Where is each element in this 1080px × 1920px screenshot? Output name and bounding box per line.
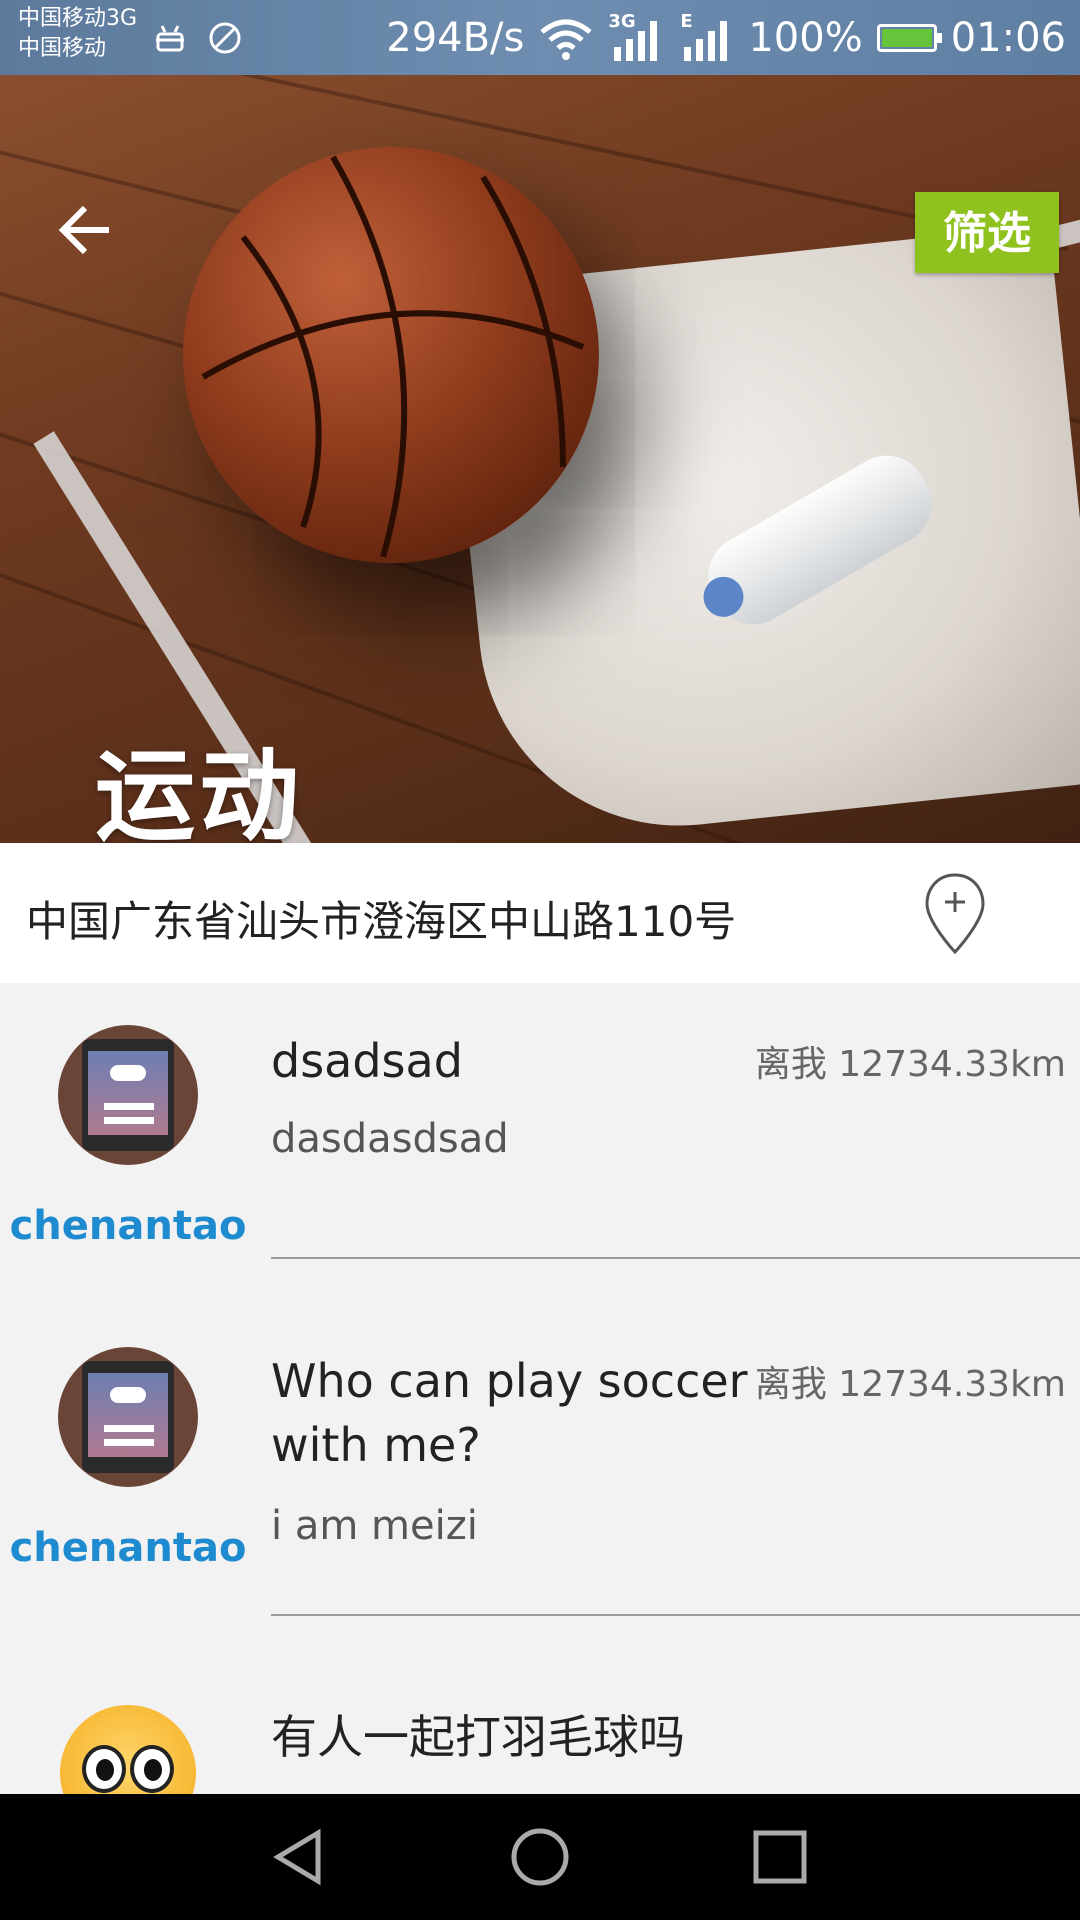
status-bar: 中国移动3G 中国移动 294B/s 3G E 100% 01:06 <box>0 0 1080 75</box>
distance: 离我 12734.33km <box>754 1044 1066 1085</box>
avatar[interactable] <box>58 1347 198 1487</box>
filter-button[interactable]: 筛选 <box>915 192 1059 273</box>
signal-3g: 3G <box>608 11 664 63</box>
distance: 离我 12734.33km <box>754 1364 1066 1405</box>
signal-e: E <box>678 11 734 63</box>
location-pin-icon[interactable] <box>924 872 986 956</box>
divider <box>271 1257 1080 1259</box>
post-content: dasdasdsad <box>271 1116 509 1162</box>
wifi-icon <box>540 19 592 60</box>
username[interactable]: chenantao <box>0 1203 256 1249</box>
divider <box>271 1614 1080 1616</box>
signal-e-label: E <box>680 11 693 32</box>
network-speed: 294B/s <box>386 15 525 61</box>
post-content: i am meizi <box>271 1503 478 1549</box>
list-item[interactable]: chenantao dsadsad dasdasdsad 离我 12734.33… <box>0 983 1080 1303</box>
battery-icon <box>876 24 942 52</box>
navigation-bar <box>0 1794 1080 1920</box>
carrier-info: 中国移动3G 中国移动 <box>18 4 137 64</box>
carrier-primary: 中国移动3G <box>18 6 138 31</box>
hero-image: 筛选 运动 <box>0 75 1080 843</box>
no-disturb-icon <box>209 22 241 54</box>
post-title: dsadsad <box>271 1034 463 1088</box>
list-item[interactable]: chenantao Who can play soccer with me? i… <box>0 1303 1080 1673</box>
back-nav-icon[interactable] <box>270 1827 330 1887</box>
recents-nav-icon[interactable] <box>750 1827 810 1887</box>
avatar[interactable] <box>58 1025 198 1165</box>
location-bar: 中国广东省汕头市澄海区中山路110号 <box>0 843 1080 983</box>
android-icon <box>156 25 184 52</box>
clock: 01:06 <box>950 15 1066 61</box>
carrier-secondary: 中国移动 <box>18 36 107 61</box>
post-title: 有人一起打羽毛球吗 <box>271 1710 685 1764</box>
status-right: 294B/s 3G E 100% 01:06 <box>386 8 1066 68</box>
battery-percent: 100% <box>748 15 863 61</box>
username[interactable]: chenantao <box>0 1525 256 1571</box>
home-nav-icon[interactable] <box>510 1827 570 1887</box>
post-title: Who can play soccer with me? <box>271 1354 748 1472</box>
page-title: 运动 <box>95 738 303 843</box>
back-arrow-icon[interactable] <box>55 200 115 260</box>
signal-3g-label: 3G <box>608 11 636 32</box>
address-text: 中国广东省汕头市澄海区中山路110号 <box>26 897 737 946</box>
basketball-image <box>183 147 599 563</box>
